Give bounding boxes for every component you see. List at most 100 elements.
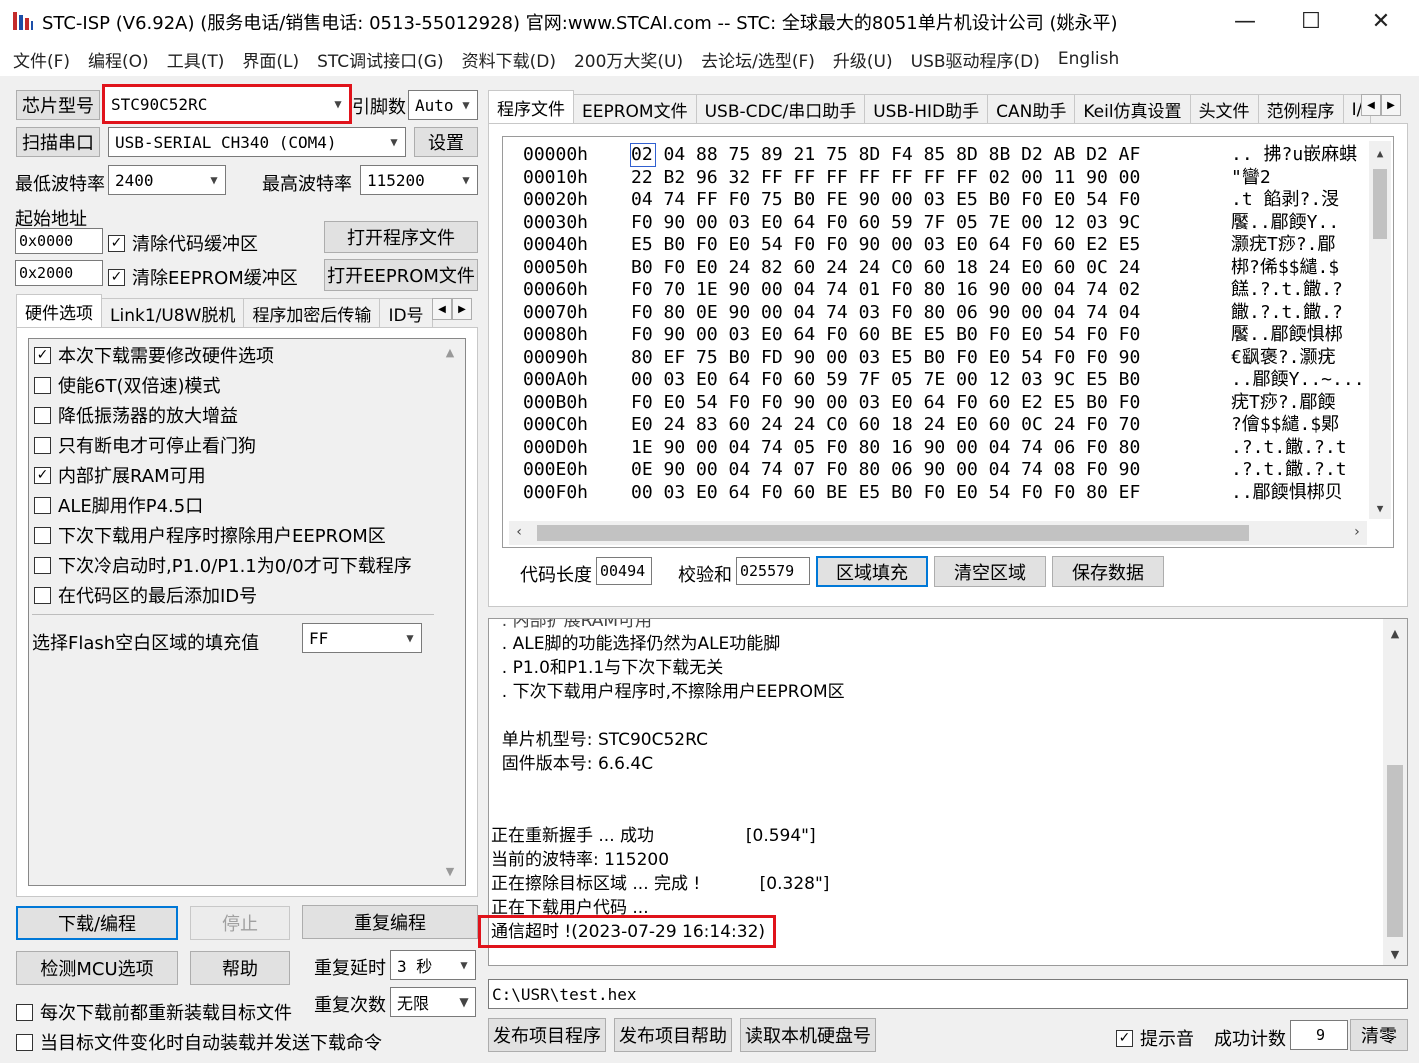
option-erase-eeprom[interactable]: 下次下载用户程序时擦除用户EEPROM区	[34, 522, 386, 548]
tab-scroll-right-icon[interactable]: ▶	[1381, 94, 1401, 116]
option-reduce-osc-gain[interactable]: 降低振荡器的放大增益	[34, 402, 238, 428]
hex-address: 00090h	[523, 346, 589, 368]
stop-button[interactable]: 停止	[190, 906, 290, 940]
tab-scroll-left-icon[interactable]: ◀	[1361, 94, 1381, 116]
scan-port-button[interactable]: 扫描串口	[16, 127, 100, 157]
hex-address: 00010h	[523, 166, 589, 188]
option-label: ALE脚用作P4.5口	[58, 496, 204, 517]
menu-program[interactable]: 编程(O)	[79, 47, 158, 72]
scroll-down-icon[interactable]: ▼	[1383, 948, 1407, 961]
repeat-count-label: 重复次数	[314, 995, 386, 1016]
repeat-program-button[interactable]: 重复编程	[302, 905, 478, 939]
tab-scroll-right-icon[interactable]: ▶	[452, 298, 472, 320]
detect-mcu-options-button[interactable]: 检测MCU选项	[16, 951, 178, 985]
tab-scroll-left-icon[interactable]: ◀	[432, 298, 452, 320]
tab-header-files[interactable]: 头文件	[1189, 94, 1259, 124]
tab-can[interactable]: CAN助手	[987, 94, 1076, 124]
code-start-address-field[interactable]: 0x0000	[15, 228, 103, 254]
option-cold-boot-p10-p11[interactable]: 下次冷启动时,P1.0/P1.1为0/0才可下载程序	[34, 552, 412, 578]
help-button[interactable]: 帮助	[190, 951, 290, 985]
sound-checkbox[interactable]: ✓ 提示音	[1116, 1025, 1194, 1051]
fill-region-button[interactable]: 区域填充	[816, 556, 928, 587]
output-log[interactable]: . 内部扩展RAM可用 . ALE脚的功能选择仍然为ALE功能脚 . P1.0和…	[488, 618, 1408, 966]
scroll-up-icon[interactable]: ▲	[1383, 627, 1407, 640]
close-button[interactable]: ✕	[1349, 0, 1413, 42]
menu-file[interactable]: 文件(F)	[4, 47, 79, 72]
tab-link1-offline[interactable]: Link1/U8W脱机	[101, 298, 245, 328]
settings-button[interactable]: 设置	[414, 127, 478, 157]
scroll-left-icon[interactable]: ‹	[515, 524, 523, 540]
file-path-field[interactable]: C:\USR\test.hex	[488, 979, 1408, 1009]
reload-before-download-checkbox[interactable]: 每次下载前都重新装载目标文件	[16, 999, 292, 1025]
max-baud-select[interactable]: 115200 ▼	[360, 165, 478, 195]
scroll-thumb[interactable]	[537, 525, 1249, 541]
menu-interface[interactable]: 界面(L)	[233, 47, 308, 72]
hex-address: 000A0h	[523, 369, 589, 390]
option-internal-xram[interactable]: ✓ 内部扩展RAM可用	[34, 462, 206, 488]
hex-bytes: 0E 90 00 04 74 07 F0 80 06 90 00 04 74 0…	[631, 459, 1141, 480]
menu-usb-driver[interactable]: USB驱动程序(D)	[902, 47, 1049, 72]
chip-model-select[interactable]: STC90C52RC ▼	[102, 84, 352, 124]
clear-eeprom-buffer-checkbox[interactable]: ✓ 清除EEPROM缓冲区	[108, 264, 298, 290]
scroll-up-icon[interactable]: ▲	[436, 346, 464, 359]
scroll-up-icon[interactable]: ▲	[1369, 147, 1391, 160]
scroll-down-icon[interactable]: ▼	[436, 865, 464, 878]
maximize-button[interactable]: ☐	[1279, 0, 1343, 42]
tab-eeprom-file[interactable]: EEPROM文件	[573, 94, 697, 124]
clear-code-buffer-checkbox[interactable]: ✓ 清除代码缓冲区	[108, 230, 258, 256]
save-data-button[interactable]: 保存数据	[1052, 556, 1164, 587]
repeat-count-select[interactable]: 无限 ▼	[390, 987, 476, 1017]
clear-region-button[interactable]: 清空区域	[934, 556, 1046, 587]
scroll-thumb[interactable]	[1373, 169, 1387, 239]
tab-id-number[interactable]: ID号	[379, 298, 433, 328]
publish-help-button[interactable]: 发布项目帮助	[614, 1018, 732, 1052]
tab-usb-hid[interactable]: USB-HID助手	[864, 94, 989, 124]
tab-usb-cdc-serial[interactable]: USB-CDC/串口助手	[695, 94, 866, 124]
minimize-button[interactable]: —	[1213, 0, 1277, 42]
open-eeprom-file-button[interactable]: 打开EEPROM文件	[324, 259, 478, 291]
menu-english[interactable]: English	[1049, 49, 1128, 69]
checkbox-icon	[16, 1033, 33, 1051]
download-program-button[interactable]: 下载/编程	[16, 906, 178, 940]
menu-prize[interactable]: 200万大奖(U)	[565, 47, 692, 72]
tab-encrypted-transfer[interactable]: 程序加密后传输	[243, 298, 381, 328]
hex-vertical-scrollbar[interactable]: ▲ ▼	[1369, 141, 1391, 519]
open-program-file-button[interactable]: 打开程序文件	[324, 221, 478, 253]
scroll-down-icon[interactable]: ▼	[1369, 502, 1391, 515]
fill-value-select[interactable]: FF ▼	[302, 623, 422, 653]
repeat-delay-select[interactable]: 3 秒 ▼	[390, 950, 476, 980]
menu-downloads[interactable]: 资料下载(D)	[453, 47, 565, 72]
auto-load-checkbox[interactable]: 当目标文件变化时自动装载并发送下载命令	[16, 1029, 382, 1055]
option-modify-hardware[interactable]: ✓ 本次下载需要修改硬件选项	[34, 342, 274, 368]
min-baud-select[interactable]: 2400 ▼	[108, 165, 226, 195]
options-scrollbar[interactable]: ▲ ▼	[436, 340, 464, 884]
option-6t-mode[interactable]: 使能6T(双倍速)模式	[34, 372, 221, 398]
log-vertical-scrollbar[interactable]: ▲ ▼	[1383, 619, 1407, 965]
option-ale-as-p45[interactable]: ALE脚用作P4.5口	[34, 492, 203, 518]
reset-count-button[interactable]: 清零	[1350, 1019, 1408, 1051]
menu-tools[interactable]: 工具(T)	[158, 47, 234, 72]
menu-debug-interface[interactable]: STC调试接口(G)	[308, 47, 453, 72]
option-watchdog-power-off[interactable]: 只有断电才可停止看门狗	[34, 432, 256, 458]
tab-hardware-options[interactable]: 硬件选项	[16, 294, 102, 328]
hex-bytes: F0 70 1E 90 00 04 74 01 F0 80 16 90 00 0…	[631, 279, 1141, 300]
menu-forum[interactable]: 去论坛/选型(F)	[692, 47, 824, 72]
pin-count-select[interactable]: Auto ▼	[408, 90, 478, 120]
port-select[interactable]: USB-SERIAL CH340 (COM4) ▼	[108, 127, 406, 157]
hex-viewer[interactable]: 00000h 02 04 88 75 89 21 75 8D F4 85 8D 8…	[502, 136, 1394, 548]
success-count-label: 成功计数	[1214, 1029, 1286, 1050]
hex-horizontal-scrollbar[interactable]: ‹ ›	[509, 521, 1367, 545]
menu-upgrade[interactable]: 升级(U)	[824, 47, 902, 72]
publish-program-button[interactable]: 发布项目程序	[488, 1018, 606, 1052]
hex-ascii: .?.t.饊.?.t	[1231, 436, 1347, 458]
option-append-id[interactable]: 在代码区的最后添加ID号	[34, 582, 257, 608]
tab-program-file[interactable]: 程序文件	[488, 90, 574, 124]
tab-keil-sim[interactable]: Keil仿真设置	[1074, 94, 1191, 124]
read-disk-id-button[interactable]: 读取本机硬盘号	[740, 1018, 876, 1052]
eeprom-start-address-field[interactable]: 0x2000	[15, 260, 103, 286]
scroll-thumb[interactable]	[1387, 765, 1403, 937]
pin-count-label: 引脚数	[352, 97, 406, 118]
tab-example-code[interactable]: 范例程序	[1257, 94, 1344, 124]
scroll-right-icon[interactable]: ›	[1353, 524, 1361, 540]
checkbox-icon	[34, 526, 51, 544]
